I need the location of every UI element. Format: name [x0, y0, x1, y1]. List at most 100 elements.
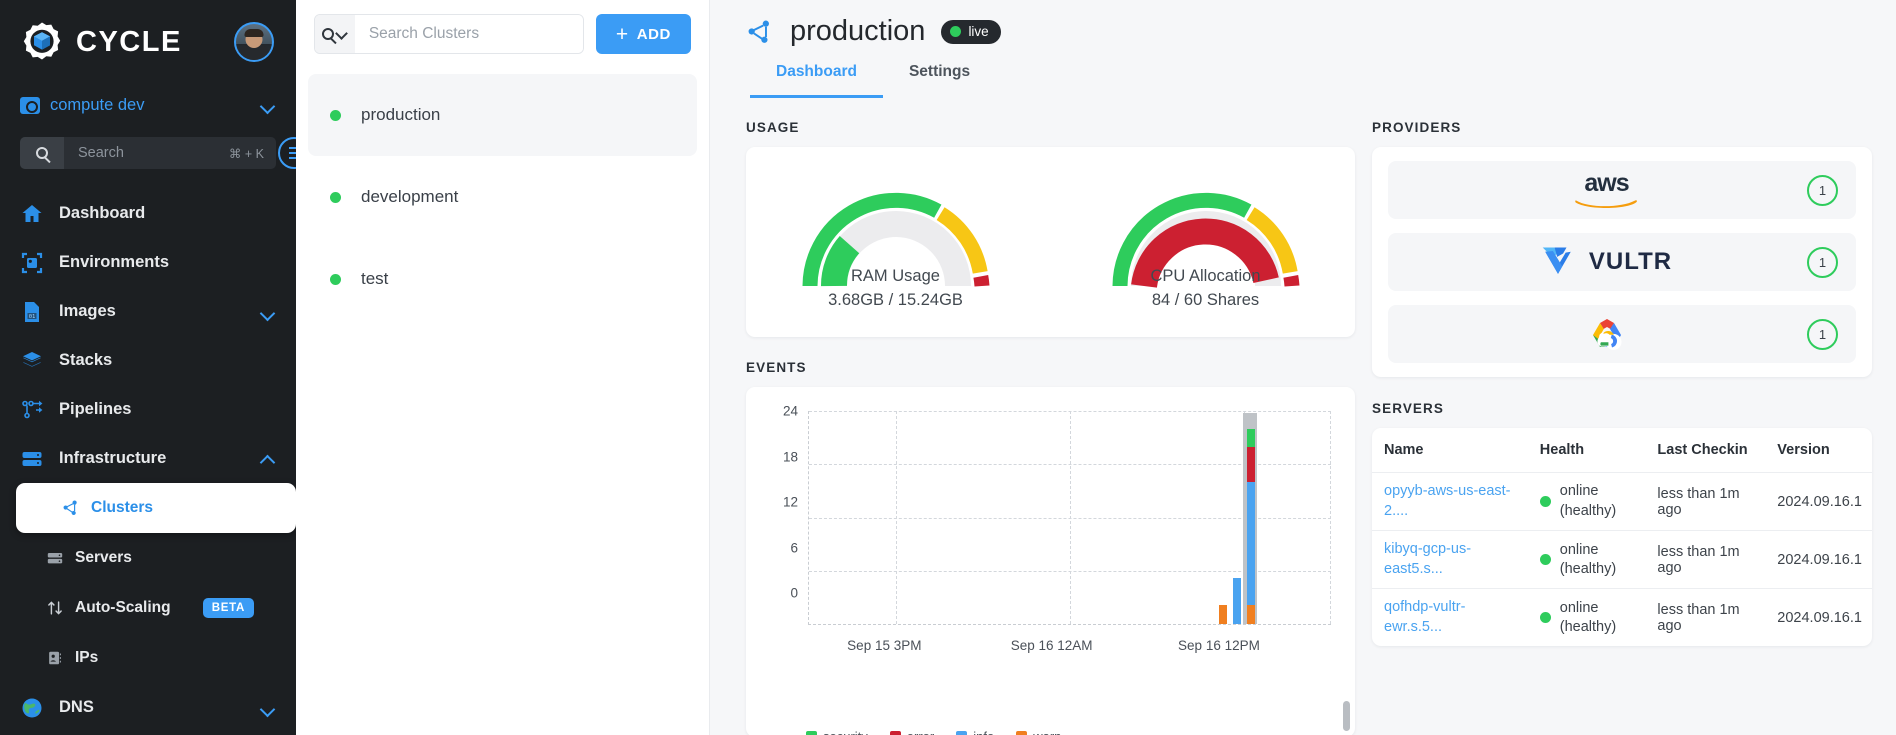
server-name-link[interactable]: opyyb-aws-us-east-2.... [1384, 483, 1511, 519]
sidebar-item-pipelines[interactable]: Pipelines [0, 385, 296, 434]
sidebar-item-environments[interactable]: Environments [0, 238, 296, 287]
cluster-list-item[interactable]: production [308, 74, 697, 156]
plot-area [808, 411, 1331, 625]
sidebar-item-label: Infrastructure [59, 449, 167, 467]
provider-row-google-cloud[interactable]: 1 [1388, 305, 1856, 363]
events-section-label: EVENTS [746, 360, 807, 375]
sidebar-item-infrastructure[interactable]: Infrastructure [0, 434, 296, 483]
aws-logo-icon: aws [1406, 170, 1807, 209]
search-input-placeholder[interactable]: Search [64, 145, 229, 161]
health-status: online (healthy) [1539, 599, 1636, 637]
y-tick-label: 0 [790, 585, 798, 601]
sidebar-item-auto-scaling[interactable]: Auto-Scaling BETA [0, 583, 296, 633]
add-cluster-button[interactable]: + ADD [595, 14, 691, 54]
page-title: production [790, 15, 926, 47]
search-filter-icon[interactable] [315, 15, 355, 53]
chevron-down-icon[interactable] [260, 304, 276, 320]
cluster-name: test [361, 269, 389, 288]
server-name-link[interactable]: kibyq-gcp-us-east5.s... [1384, 541, 1471, 577]
status-dot-icon [330, 273, 341, 285]
health-label: online (healthy) [1559, 541, 1617, 577]
table-row[interactable]: kibyq-gcp-us-east5.s... online (healthy)… [1372, 530, 1872, 590]
server-version: 2024.09.16.1 [1777, 609, 1862, 626]
search-clusters-input[interactable] [354, 15, 583, 53]
chevron-down-icon[interactable] [260, 700, 276, 716]
sidebar-item-clusters[interactable]: Clusters [16, 483, 296, 533]
cluster-name: production [361, 105, 441, 124]
sidebar-item-dns[interactable]: DNS [0, 683, 296, 732]
clusters-toolbar: + ADD [296, 0, 709, 68]
ram-usage-gauge: RAM Usage 3.68GB / 15.24GB [796, 176, 996, 309]
updown-arrows-icon [46, 599, 64, 617]
tab-settings[interactable]: Settings [883, 63, 996, 98]
y-tick-label: 18 [782, 449, 798, 464]
sidebar-item-label: Pipelines [59, 400, 132, 418]
provider-row-vultr[interactable]: VULTR 1 [1388, 233, 1856, 291]
brand-text: CYCLE [76, 26, 182, 58]
bar-group [1246, 429, 1255, 624]
avatar[interactable] [234, 22, 274, 62]
status-dot-icon [1539, 496, 1551, 508]
legend-item: info [956, 727, 994, 735]
column-header-health[interactable]: Health [1527, 428, 1646, 473]
sidebar-item-images[interactable]: 01 Images [0, 287, 296, 336]
legend-item: warn [1016, 727, 1061, 735]
health-label: online (healthy) [1559, 599, 1617, 635]
table-row[interactable]: qofhdp-vultr-ewr.s.5... online (healthy)… [1372, 589, 1872, 647]
cycle-logo-icon [20, 21, 64, 65]
chevron-up-icon[interactable] [260, 451, 276, 467]
status-dot-icon [330, 109, 341, 121]
usage-section-label: USAGE [746, 120, 800, 135]
chevron-down-icon[interactable] [260, 97, 276, 113]
sidebar-item-ips[interactable]: IPs [0, 633, 296, 683]
table-row[interactable]: opyyb-aws-us-east-2.... online (healthy)… [1372, 472, 1872, 532]
legend-label: security [823, 729, 868, 735]
provider-row-aws[interactable]: aws 1 [1388, 161, 1856, 219]
column-header-version[interactable]: Version [1765, 428, 1872, 473]
bar-group [1218, 605, 1227, 624]
tab-dashboard[interactable]: Dashboard [750, 63, 883, 98]
org-switcher[interactable]: compute dev [0, 85, 296, 125]
server-version: 2024.09.16.1 [1765, 530, 1872, 590]
avatar-hair [244, 29, 264, 37]
clusters-search[interactable] [314, 14, 584, 54]
health-label: online (healthy) [1559, 483, 1617, 519]
pipeline-icon [20, 398, 44, 422]
column-header-last-checkin[interactable]: Last Checkin [1645, 428, 1766, 473]
gauge-value: 3.68GB / 15.24GB [828, 291, 963, 309]
chevron-down-icon [337, 29, 347, 39]
events-scrollbar[interactable] [1343, 701, 1350, 731]
column-header-name[interactable]: Name [1372, 428, 1528, 473]
tab-bar: Dashboard Settings [746, 63, 1896, 98]
sidebar-item-servers[interactable]: Servers [0, 533, 296, 583]
servers-section-label: SERVERS [1372, 401, 1444, 416]
activity-list-button[interactable] [278, 137, 296, 169]
server-rack-icon [20, 447, 44, 471]
globe-icon [20, 696, 44, 720]
plus-icon: + [615, 22, 629, 46]
sidebar-item-dashboard[interactable]: Dashboard [0, 189, 296, 238]
add-button-label: ADD [636, 25, 671, 43]
status-dot-icon [330, 191, 341, 203]
vultr-logo-icon: VULTR [1406, 244, 1807, 280]
status-dot-icon [1539, 554, 1551, 566]
sidebar-search[interactable]: Search ⌘ + K [20, 137, 296, 169]
chart-legend: security error info warn [806, 727, 1061, 735]
server-name-link[interactable]: qofhdp-vultr-ewr.s.5... [1384, 599, 1465, 635]
cpu-allocation-gauge: CPU Allocation 84 / 60 Shares [1106, 176, 1306, 309]
events-chart: 24 18 12 6 0 Sep 15 3PM Sep 16 12AM Sep … [764, 403, 1337, 653]
status-dot-icon [950, 26, 962, 37]
sidebar-item-stacks[interactable]: Stacks [0, 336, 296, 385]
cluster-list-item[interactable]: development [308, 156, 697, 238]
list-lines-icon [289, 146, 296, 161]
search-shortcut-hint: ⌘ + K [228, 146, 264, 161]
y-tick-label: 24 [782, 403, 798, 419]
cluster-list-item[interactable]: test [308, 238, 697, 320]
status-badge-label: live [968, 24, 989, 39]
table-header-row: Name Health Last Checkin Version [1372, 428, 1872, 473]
sidebar-item-label: DNS [59, 698, 94, 716]
providers-section-label: PROVIDERS [1372, 120, 1462, 135]
sidebar-item-label: Auto-Scaling [75, 599, 171, 616]
servers-card: Name Health Last Checkin Version opyyb-a… [1372, 428, 1872, 647]
last-checkin: less than 1m ago [1645, 530, 1766, 590]
